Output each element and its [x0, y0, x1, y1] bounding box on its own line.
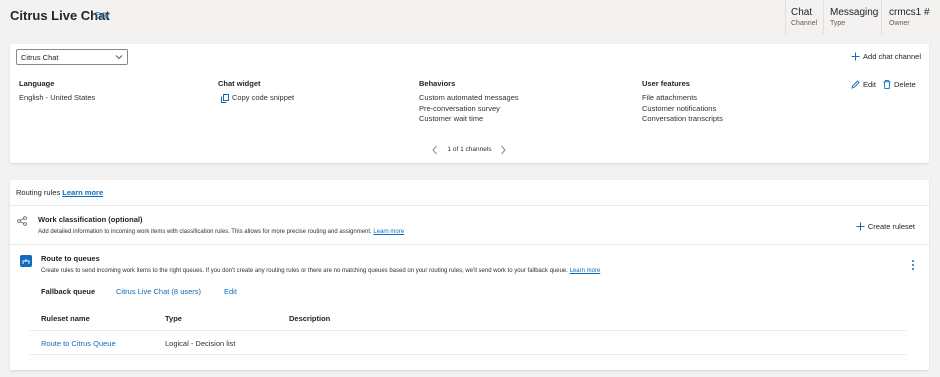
column-header-description: Description — [289, 314, 331, 323]
more-options-icon[interactable] — [911, 259, 915, 271]
copy-code-snippet-label: Copy code snippet — [232, 93, 295, 102]
routing-rules-label: Routing rules — [16, 188, 61, 197]
copy-code-snippet-button[interactable]: Copy code snippet — [221, 93, 294, 104]
fallback-queue-link[interactable]: Citrus Live Chat (8 users) — [116, 287, 201, 296]
fallback-queue-label: Fallback queue — [41, 287, 96, 296]
user-features-heading: User features — [642, 79, 690, 88]
routing-rules-card: Routing rules Learn more Work classifica… — [10, 180, 929, 370]
chevron-left-icon[interactable] — [431, 145, 439, 155]
meta-channel: Chat Channel — [785, 0, 823, 34]
page-header: Citrus Live Chat Edit Chat Channel Messa… — [0, 0, 940, 36]
column-header-type: Type — [165, 314, 182, 323]
share-icon — [17, 216, 27, 226]
edit-title-link[interactable]: Edit — [95, 11, 109, 20]
ruleset-type: Logical - Decision list — [165, 339, 236, 348]
meta-owner-label: Owner — [889, 20, 910, 27]
delete-channel-button[interactable]: Delete — [883, 80, 916, 89]
create-ruleset-button[interactable]: Create ruleset — [856, 222, 915, 231]
language-value: English - United States — [19, 93, 96, 102]
behaviors-heading: Behaviors — [419, 79, 456, 88]
language-heading: Language — [19, 79, 55, 88]
work-classification-title: Work classification (optional) — [38, 215, 143, 224]
add-chat-channel-button[interactable]: Add chat channel — [851, 52, 921, 61]
plus-icon — [856, 222, 865, 231]
route-to-queues-title: Route to queues — [41, 254, 100, 263]
pencil-icon — [851, 80, 860, 89]
copy-icon — [221, 93, 229, 103]
meta-owner-value[interactable]: crmcs1 # — [889, 7, 930, 18]
add-chat-channel-label: Add chat channel — [863, 52, 921, 61]
column-header-ruleset-name: Ruleset name — [41, 314, 90, 323]
route-to-queues-desc-text: Create rules to send incoming work items… — [41, 268, 568, 274]
work-classification-description: Add detailed information to incoming wor… — [38, 229, 404, 235]
channel-select-value: Citrus Chat — [21, 53, 59, 62]
create-ruleset-label: Create ruleset — [867, 222, 915, 231]
chevron-down-icon — [115, 55, 123, 60]
behavior-item: Pre-conversation survey — [419, 103, 500, 113]
chat-widget-heading: Chat widget — [218, 79, 261, 88]
meta-type: Messaging Type — [823, 0, 881, 34]
behavior-item: Customer wait time — [419, 114, 484, 124]
work-classification-desc-text: Add detailed information to incoming wor… — [38, 229, 372, 235]
routing-learn-more-link[interactable]: Learn more — [62, 188, 103, 197]
chevron-right-icon[interactable] — [499, 145, 507, 155]
route-to-queues-description: Create rules to send incoming work items… — [41, 268, 600, 274]
route-to-queues-learn-more-link[interactable]: Learn more — [570, 268, 601, 274]
channel-select[interactable]: Citrus Chat — [16, 49, 128, 65]
queue-icon — [20, 255, 32, 267]
user-features-list: File attachments Customer notifications … — [642, 93, 723, 125]
trash-icon — [883, 80, 891, 89]
work-classification-section: Work classification (optional) Add detai… — [10, 205, 929, 244]
delete-channel-label: Delete — [894, 80, 916, 89]
fallback-queue-edit-link[interactable]: Edit — [224, 287, 237, 296]
user-feature-item: File attachments — [642, 93, 698, 102]
work-classification-learn-more-link[interactable]: Learn more — [373, 229, 404, 235]
route-to-queues-section: Route to queues Create rules to send inc… — [10, 244, 929, 370]
edit-channel-label: Edit — [863, 80, 876, 89]
behaviors-list: Custom automated messages Pre-conversati… — [419, 93, 519, 125]
pager-text: 1 of 1 channels — [447, 146, 492, 153]
user-feature-item: Conversation transcripts — [642, 114, 723, 124]
meta-type-label: Type — [830, 20, 846, 27]
meta-channel-value: Chat — [791, 7, 813, 18]
routing-rules-title: Routing rules Learn more — [16, 188, 103, 197]
user-feature-item: Customer notifications — [642, 103, 717, 113]
edit-channel-button[interactable]: Edit — [851, 80, 876, 89]
channel-pager: 1 of 1 channels — [10, 145, 929, 155]
meta-owner: crmcs1 # Owner — [881, 0, 940, 34]
meta-type-value: Messaging — [830, 7, 879, 18]
chat-channel-card: Citrus Chat Add chat channel Language En… — [10, 44, 929, 163]
table-divider — [30, 354, 906, 355]
ruleset-name-link[interactable]: Route to Citrus Queue — [41, 339, 116, 348]
meta-channel-label: Channel — [791, 20, 818, 27]
behavior-item: Custom automated messages — [419, 93, 519, 102]
table-divider — [30, 330, 906, 331]
plus-icon — [851, 52, 860, 61]
